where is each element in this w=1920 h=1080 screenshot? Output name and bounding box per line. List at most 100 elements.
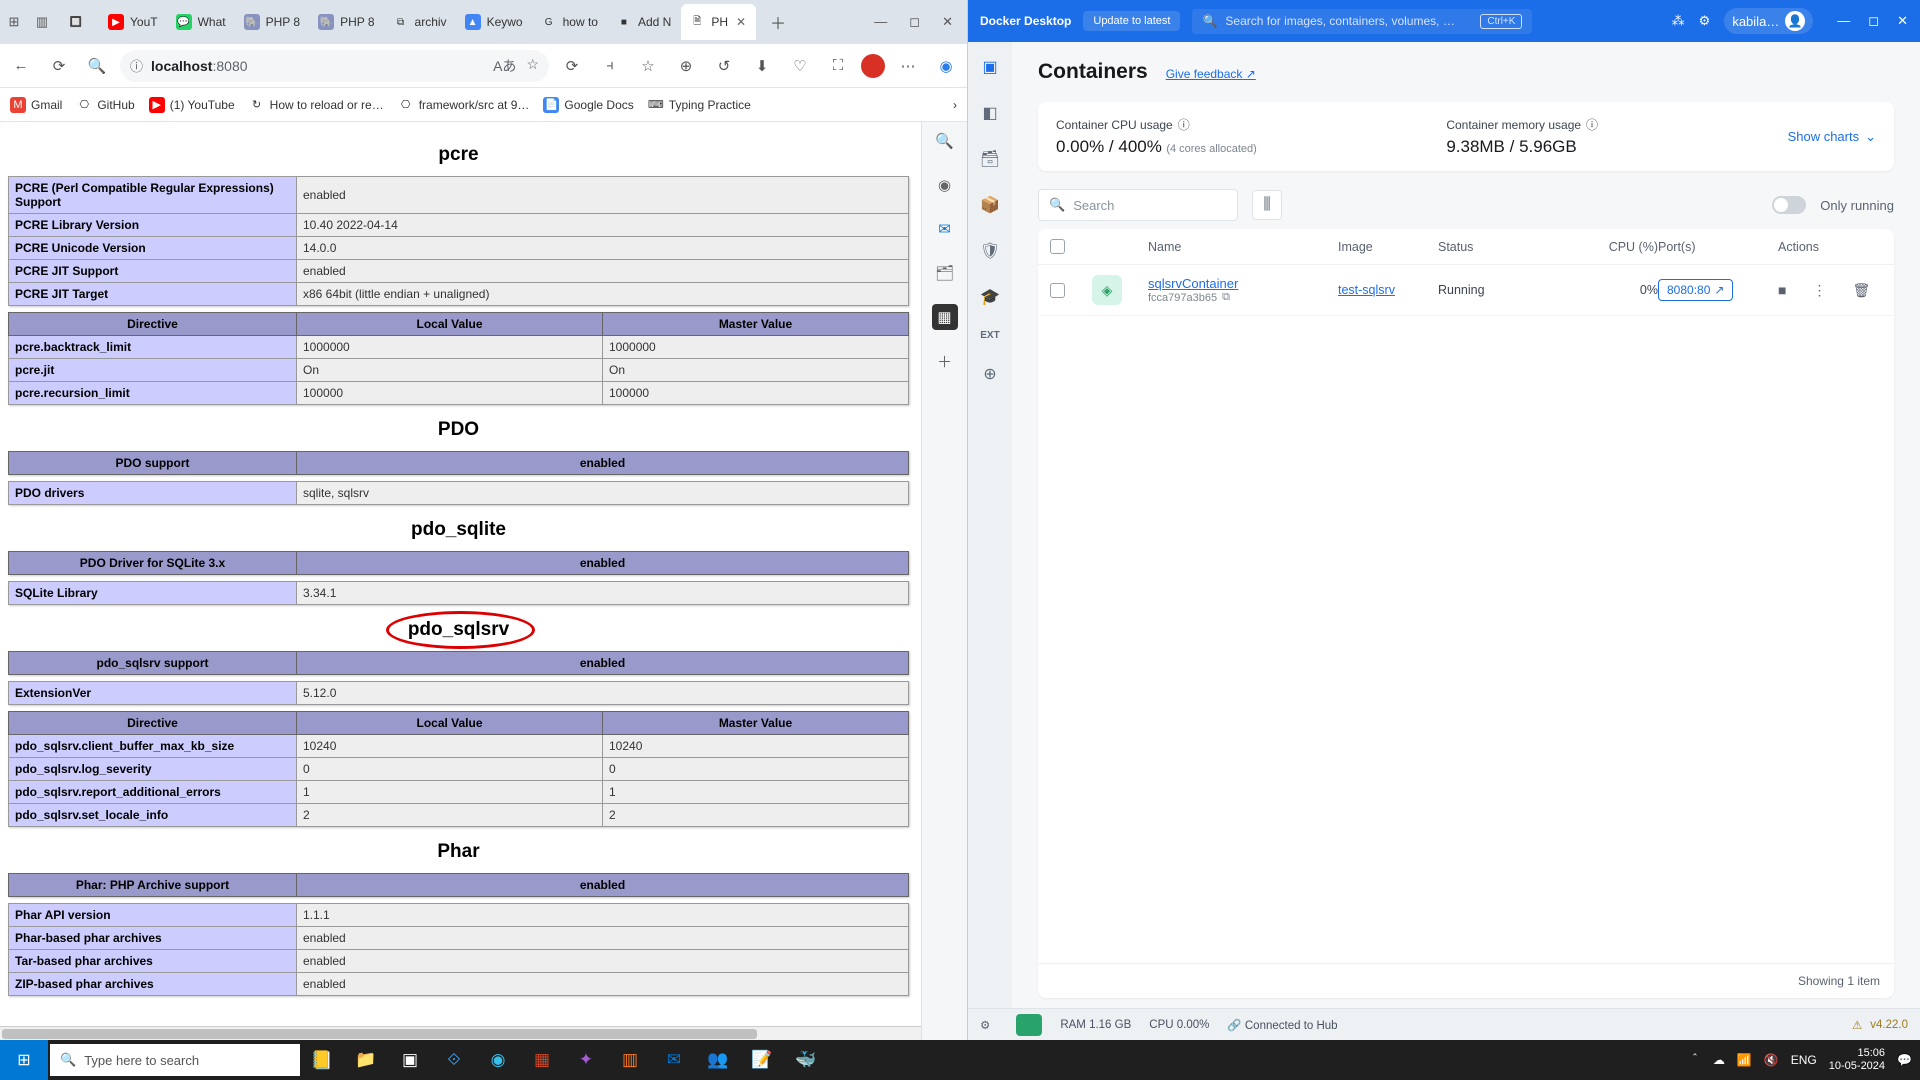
bookmark-item[interactable]: ▶(1) YouTube xyxy=(149,97,235,113)
screenshot-icon[interactable]: ⛶ xyxy=(823,51,853,81)
favorite-icon[interactable]: ☆ xyxy=(526,56,539,76)
image-link[interactable]: test-sqlsrv xyxy=(1338,283,1395,297)
give-feedback-link[interactable]: Give feedback ↗ xyxy=(1166,67,1256,81)
delete-button[interactable]: 🗑 xyxy=(1852,282,1870,299)
col-status[interactable]: Status xyxy=(1438,240,1548,254)
sidebar-search-icon[interactable]: 🔍 xyxy=(932,128,958,154)
container-name-link[interactable]: sqlsrvContainer xyxy=(1148,276,1238,291)
split-icon[interactable]: ⫞ xyxy=(595,51,625,81)
bookmark-item[interactable]: MGmail xyxy=(10,97,62,113)
stop-button[interactable]: ■ xyxy=(1778,282,1786,299)
history-icon[interactable]: ↺ xyxy=(709,51,739,81)
more-icon[interactable]: ⋯ xyxy=(893,51,923,81)
table-row[interactable]: ◈ sqlsrvContainer fcca797a3b65⧉ test-sql… xyxy=(1038,265,1894,316)
read-aloud-icon[interactable]: Aあ xyxy=(493,56,516,76)
dk-minimize-button[interactable]: — xyxy=(1837,13,1850,29)
tb-vscode-icon[interactable]: ⟐ xyxy=(432,1040,476,1080)
browser-tab[interactable]: 🐘PHP 8 xyxy=(236,4,308,40)
site-info-icon[interactable]: ⓘ xyxy=(130,56,143,75)
bookmarks-overflow-icon[interactable]: › xyxy=(953,98,957,112)
statusbar-settings-icon[interactable]: ⚙ xyxy=(980,1018,990,1032)
show-charts-button[interactable]: Show charts ⌄ xyxy=(1788,129,1876,145)
container-search[interactable]: 🔍Search xyxy=(1038,189,1238,221)
sidebar-containers-icon[interactable]: ▣ xyxy=(977,54,1003,80)
sidebar-volumes-icon[interactable]: 🗃 xyxy=(977,146,1003,172)
new-tab-button[interactable]: ＋ xyxy=(764,10,792,34)
phpinfo-content[interactable]: pcre PCRE (Perl Compatible Regular Expre… xyxy=(0,122,921,1026)
bookmark-item[interactable]: ⌨Typing Practice xyxy=(648,97,751,113)
browser-tab[interactable]: Ghow to xyxy=(533,4,606,40)
bookmark-item[interactable]: ⎔framework/src at 9… xyxy=(398,97,530,113)
copy-icon[interactable]: ⧉ xyxy=(1222,291,1230,304)
tb-notepad-icon[interactable]: 📝 xyxy=(740,1040,784,1080)
tb-cortana-icon[interactable]: 📒 xyxy=(300,1040,344,1080)
warning-icon[interactable]: ⚠ xyxy=(1852,1018,1862,1032)
bookmark-item[interactable]: 📄Google Docs xyxy=(543,97,633,113)
downloads-icon[interactable]: ⬇ xyxy=(747,51,777,81)
col-ports[interactable]: Port(s) xyxy=(1658,240,1778,254)
select-all-checkbox[interactable] xyxy=(1050,239,1065,254)
info-icon[interactable]: ⓘ xyxy=(1586,116,1598,133)
tray-onedrive-icon[interactable]: ☁ xyxy=(1713,1053,1725,1067)
sidebar-outlook-icon[interactable]: ✉ xyxy=(932,216,958,242)
browser-tab[interactable]: 🗎PH✕ xyxy=(681,4,756,40)
global-search[interactable]: 🔍 Search for images, containers, volumes… xyxy=(1192,9,1532,34)
maximize-button[interactable]: ◻ xyxy=(909,14,920,30)
tab-close-icon[interactable]: ✕ xyxy=(734,15,748,29)
performance-icon[interactable]: ♡ xyxy=(785,51,815,81)
tb-ppt-icon[interactable]: ▦ xyxy=(520,1040,564,1080)
sidebar-images-icon[interactable]: ◧ xyxy=(977,100,1003,126)
sidebar-tools-icon[interactable]: 🗂 xyxy=(932,260,958,286)
favorites-icon[interactable]: ☆ xyxy=(633,51,663,81)
profile-avatar[interactable] xyxy=(861,54,885,78)
close-button[interactable]: ✕ xyxy=(942,14,953,30)
info-icon[interactable]: ⓘ xyxy=(1178,116,1190,133)
search-button[interactable]: 🔍 xyxy=(82,51,112,81)
browser-tab[interactable]: ■Add N xyxy=(608,4,679,40)
bookmark-item[interactable]: ⎔GitHub xyxy=(76,97,134,113)
sidebar-copilot-icon[interactable]: ◉ xyxy=(932,172,958,198)
minimize-button[interactable]: — xyxy=(874,14,887,30)
sidebar-dev-env-icon[interactable]: 📦 xyxy=(977,192,1003,218)
only-running-toggle[interactable] xyxy=(1772,196,1806,214)
troubleshoot-icon[interactable]: ⁂ xyxy=(1672,13,1685,29)
tray-wifi-icon[interactable]: 📶 xyxy=(1737,1053,1752,1067)
browser-tab[interactable]: 🐘PHP 8 xyxy=(310,4,382,40)
col-image[interactable]: Image xyxy=(1338,240,1438,254)
tb-xampp-icon[interactable]: ▥ xyxy=(608,1040,652,1080)
update-button[interactable]: Update to latest xyxy=(1083,11,1180,31)
taskbar-search[interactable]: 🔍Type here to search xyxy=(50,1044,300,1076)
tb-terminal-icon[interactable]: ▣ xyxy=(388,1040,432,1080)
browser-tab[interactable]: ⧉archiv xyxy=(385,4,455,40)
sidebar-add-icon[interactable]: ＋ xyxy=(932,348,958,374)
browser-tab[interactable]: ▲Keywo xyxy=(457,4,531,40)
tray-clock[interactable]: 15:06 10-05-2024 xyxy=(1829,1047,1885,1072)
tb-edge-icon[interactable]: ◉ xyxy=(476,1040,520,1080)
dk-maximize-button[interactable]: ◻ xyxy=(1868,13,1879,29)
tray-volume-icon[interactable]: 🔇 xyxy=(1764,1053,1779,1067)
collections-icon[interactable]: ⊕ xyxy=(671,51,701,81)
workspaces-icon[interactable]: ⊞ xyxy=(4,12,24,32)
tray-notifications-icon[interactable]: 💬 xyxy=(1897,1053,1912,1067)
tb-teams-icon[interactable]: 👥 xyxy=(696,1040,740,1080)
tb-outlook-icon[interactable]: ✉ xyxy=(652,1040,696,1080)
dk-close-button[interactable]: ✕ xyxy=(1897,13,1908,29)
row-checkbox[interactable] xyxy=(1050,283,1065,298)
start-button[interactable]: ⊞ xyxy=(0,1040,48,1080)
row-menu-button[interactable]: ⋮ xyxy=(1812,282,1826,299)
engine-status-icon[interactable] xyxy=(1016,1014,1042,1036)
browser-tab[interactable]: 💬What xyxy=(168,4,234,40)
sidebar-games-icon[interactable]: ▦ xyxy=(932,304,958,330)
tab-actions-icon[interactable]: ▥ xyxy=(32,12,52,32)
browser-tab[interactable]: ▶YouT xyxy=(100,4,166,40)
user-menu[interactable]: kabila… 👤 xyxy=(1724,8,1813,34)
sidebar-learning-icon[interactable]: 🎓 xyxy=(977,284,1003,310)
tb-docker-icon[interactable]: 🐳 xyxy=(784,1040,828,1080)
url-input[interactable]: ⓘ localhost:8080 Aあ ☆ xyxy=(120,50,549,82)
tray-chevron-icon[interactable]: ＾ xyxy=(1689,1052,1701,1069)
col-cpu[interactable]: CPU (%) xyxy=(1548,240,1658,254)
settings-icon[interactable]: ⚙ xyxy=(1699,13,1711,29)
col-name[interactable]: Name xyxy=(1148,240,1338,254)
browser-tab[interactable]: 🔲 xyxy=(60,4,98,40)
columns-button[interactable]: ⫼ xyxy=(1252,190,1282,220)
